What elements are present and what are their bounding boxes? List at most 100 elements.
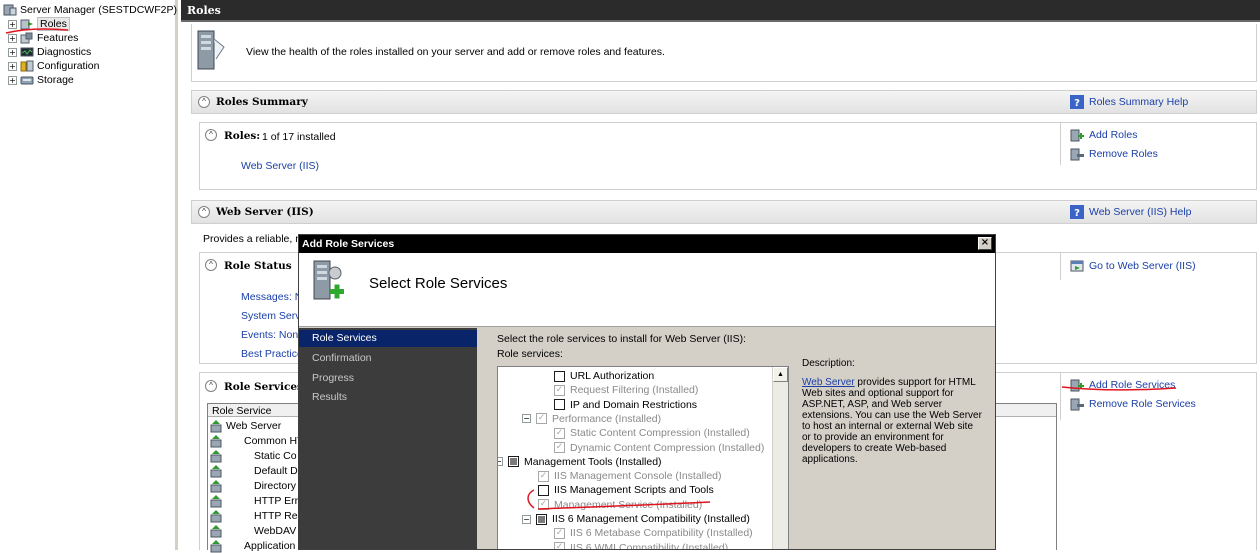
wizard-step-role-services[interactable]: Role Services — [299, 330, 477, 347]
role-service-label: Static Content Compression (Installed) — [570, 427, 750, 440]
web-server-title: Web Server (IIS) — [216, 206, 314, 218]
table-cell-role-service: Web Server — [226, 420, 282, 432]
instruction-text: Select the role services to install for … — [497, 333, 746, 345]
table-row[interactable]: Application — [208, 539, 295, 553]
tree-item-configuration[interactable]: + Configuration — [8, 59, 99, 73]
role-service-row[interactable]: ✓ Static Content Compression (Installed) — [554, 426, 750, 440]
collapse-icon[interactable]: ^ — [205, 259, 217, 271]
dialog-titlebar[interactable]: Add Role Services × — [299, 235, 995, 253]
help-icon: ? — [1070, 95, 1084, 109]
wizard-step-progress[interactable]: Progress — [299, 370, 477, 387]
table-cell-role-service: Common HT — [244, 435, 304, 447]
status-events-link[interactable]: Events: None — [241, 329, 304, 341]
add-roles-link[interactable]: Add Roles — [1070, 128, 1137, 142]
role-service-row[interactable]: ✓ IIS 6 WMI Compatibility (Installed) — [554, 541, 728, 549]
wizard-step-results[interactable]: Results — [299, 389, 477, 406]
description-label: Description: — [802, 358, 855, 369]
role-service-checkbox[interactable]: ✓ — [536, 413, 547, 425]
table-row[interactable]: Default D — [208, 464, 298, 478]
collapse-toggle-icon[interactable]: − — [498, 457, 503, 467]
roles-summary-title: Roles Summary — [216, 96, 308, 108]
close-button[interactable]: × — [978, 237, 992, 250]
wizard-steps: Role Services Confirmation Progress Resu… — [299, 328, 477, 549]
remove-role-services-icon — [1070, 397, 1084, 411]
roles-label: Roles: — [224, 130, 261, 142]
scroll-up-button[interactable]: ▲ — [773, 367, 788, 382]
tree-item-label: Diagnostics — [37, 46, 92, 58]
configuration-icon — [20, 60, 34, 72]
main-header: Roles — [181, 0, 1260, 22]
table-row[interactable]: Web Server — [208, 419, 281, 433]
role-service-checkbox[interactable]: ✓ — [538, 470, 549, 482]
status-best-practices-link[interactable]: Best Practice — [241, 348, 303, 360]
expand-icon[interactable]: + — [8, 47, 17, 57]
table-cell-role-service: HTTP Red — [254, 510, 304, 522]
list-scrollbar[interactable]: ▲ — [772, 367, 788, 549]
roles-summary-help-link[interactable]: ? Roles Summary Help — [1070, 95, 1188, 109]
role-service-row[interactable]: ✓ Dynamic Content Compression (Installed) — [554, 441, 764, 455]
table-row[interactable]: WebDAV — [208, 524, 296, 538]
installed-service-icon — [210, 479, 222, 492]
collapse-toggle-icon[interactable]: − — [522, 414, 531, 424]
remove-roles-label: Remove Roles — [1089, 148, 1158, 160]
web-server-help-link[interactable]: ? Web Server (IIS) Help — [1070, 205, 1192, 219]
role-service-row[interactable]: URL Authorization — [554, 369, 654, 383]
collapse-icon[interactable]: ^ — [198, 96, 210, 108]
wizard-step-confirmation[interactable]: Confirmation — [299, 350, 477, 367]
dialog-title: Add Role Services — [302, 238, 395, 250]
dialog-heading: Select Role Services — [369, 275, 508, 292]
table-row[interactable]: Directory — [208, 479, 296, 493]
tree-item-diagnostics[interactable]: + Diagnostics — [8, 45, 91, 59]
role-service-checkbox[interactable]: ✓ — [554, 427, 565, 439]
go-to-web-server-link[interactable]: Go to Web Server (IIS) — [1070, 259, 1196, 273]
role-link-web-server[interactable]: Web Server (IIS) — [241, 160, 319, 172]
installed-service-icon — [210, 449, 222, 462]
role-service-checkbox[interactable] — [554, 399, 565, 411]
role-service-row[interactable]: ✓ IIS 6 Metabase Compatibility (Installed… — [554, 526, 753, 540]
remove-role-services-link[interactable]: Remove Role Services — [1070, 397, 1196, 411]
table-cell-role-service: Application — [244, 540, 296, 552]
tree-root[interactable]: Server Manager (SESTDCWF2P) — [3, 3, 177, 17]
role-service-row[interactable]: IP and Domain Restrictions — [554, 398, 697, 412]
go-to-icon — [1070, 259, 1084, 273]
installed-service-icon — [210, 464, 222, 477]
table-row[interactable]: HTTP Err — [208, 494, 298, 508]
go-to-label: Go to Web Server (IIS) — [1089, 260, 1196, 272]
collapse-icon[interactable]: ^ — [205, 380, 217, 392]
role-service-checkbox[interactable] — [508, 456, 519, 468]
svg-text:?: ? — [1074, 208, 1080, 219]
expand-icon[interactable]: + — [8, 61, 17, 71]
diagnostics-icon — [20, 46, 34, 58]
status-system-services-link[interactable]: System Servi — [241, 310, 303, 322]
table-row[interactable]: Common HT — [208, 434, 304, 448]
svg-text:?: ? — [1074, 98, 1080, 109]
collapse-icon[interactable]: ^ — [205, 129, 217, 141]
role-service-checkbox[interactable]: ✓ — [554, 442, 565, 453]
description-link-web-server[interactable]: Web Server — [802, 377, 855, 388]
role-service-checkbox[interactable]: ✓ — [554, 527, 565, 539]
expand-icon[interactable]: + — [8, 75, 17, 85]
tree-root-label: Server Manager (SESTDCWF2P) — [20, 4, 177, 16]
roles-banner-icon — [196, 29, 226, 76]
role-service-label: IIS 6 Metabase Compatibility (Installed) — [570, 527, 753, 540]
tree-item-storage[interactable]: + Storage — [8, 73, 74, 87]
role-service-checkbox[interactable] — [554, 370, 565, 382]
collapse-icon[interactable]: ^ — [198, 206, 210, 218]
role-service-label: Dynamic Content Compression (Installed) — [570, 441, 765, 454]
intro-text: View the health of the roles installed o… — [246, 46, 665, 58]
role-service-checkbox[interactable]: ✓ — [554, 542, 565, 549]
table-row[interactable]: Static Co — [208, 449, 297, 463]
remove-roles-link[interactable]: Remove Roles — [1070, 147, 1158, 161]
page-title: Roles — [187, 4, 221, 17]
navigation-tree: Server Manager (SESTDCWF2P) + Roles + Fe… — [0, 0, 178, 550]
role-service-row[interactable]: ✓ IIS Management Console (Installed) — [538, 469, 722, 483]
table-row[interactable]: HTTP Red — [208, 509, 303, 523]
role-service-row[interactable]: − ✓ Performance (Installed) — [522, 412, 661, 426]
role-services-list[interactable]: URL Authorization ✓ Request Filtering (Ins… — [497, 366, 789, 549]
role-services-title: Role Services: — [224, 381, 307, 393]
role-status-title: Role Status — [224, 260, 292, 272]
table-header-role-service: Role Service — [212, 405, 272, 417]
role-service-checkbox[interactable]: ✓ — [554, 384, 565, 396]
role-service-row[interactable]: − Management Tools (Installed) — [498, 455, 662, 469]
role-service-row[interactable]: ✓ Request Filtering (Installed) — [554, 383, 698, 397]
